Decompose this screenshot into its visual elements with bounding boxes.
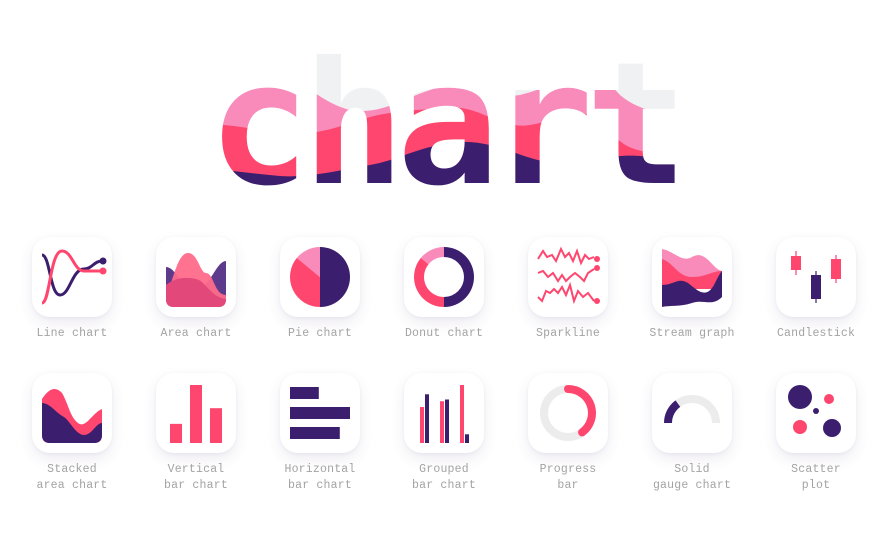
hbar [290, 387, 319, 399]
donut-slice [414, 257, 444, 307]
label-line: Progress [539, 463, 597, 476]
area-chart-icon [166, 253, 226, 307]
label-line: Stream graph [649, 327, 735, 340]
vertical-bar-chart-label: Vertical bar chart [134, 462, 258, 494]
label-line: Solid [674, 463, 710, 476]
candle-2 [811, 275, 821, 299]
gbar-dark [445, 399, 449, 443]
pie-chart-label: Pie chart [258, 326, 382, 342]
stacked-area-chart-label: Stacked area chart [10, 462, 134, 494]
label-line: Stacked [47, 463, 97, 476]
vbar [210, 408, 222, 443]
stacked-area-chart-icon [42, 389, 102, 443]
stream-graph-label: Stream graph [630, 326, 754, 342]
gbar-dark [465, 434, 469, 443]
label-line: bar [557, 479, 579, 492]
sparkline-3 [537, 281, 595, 305]
label-line: Horizontal [284, 463, 356, 476]
line-chart-card[interactable] [32, 237, 112, 317]
stream-graph-icon [662, 249, 722, 307]
vbar [170, 423, 182, 443]
solid-gauge-chart-icon [664, 395, 720, 424]
hero-wave-fill [208, 26, 680, 210]
candlestick-icon [791, 251, 841, 303]
sparkline-2-end [594, 265, 600, 271]
scatter-point [793, 420, 807, 434]
line-end-dark [99, 257, 107, 265]
label-line: Sparkline [536, 327, 600, 340]
label-line: plot [801, 479, 831, 492]
progress-bar-card[interactable] [528, 373, 608, 453]
gbar-red [440, 401, 444, 443]
scatter-point [813, 408, 819, 414]
label-line: bar chart [412, 479, 476, 492]
horizontal-bar-chart-icon [290, 387, 350, 439]
line-chart-label: Line chart [10, 326, 134, 342]
solid-gauge-chart-card[interactable] [652, 373, 732, 453]
gbar-red [460, 385, 464, 443]
horizontal-bar-chart-card[interactable] [280, 373, 360, 453]
line-chart-icon [41, 249, 107, 305]
progress-bar-label: Progress bar [506, 462, 630, 494]
area-chart-label: Area chart [134, 326, 258, 342]
hbar [290, 427, 340, 439]
vbar [190, 385, 202, 443]
label-line: Candlestick [776, 327, 856, 340]
candlestick-card[interactable] [776, 237, 856, 317]
label-line: Area chart [160, 327, 232, 340]
gbar-dark [425, 394, 429, 443]
donut-chart-icon [414, 247, 474, 307]
scatter-point [823, 419, 841, 437]
progress-bar-icon [540, 385, 596, 441]
scatter-plot-icon [788, 385, 841, 437]
area-chart-card[interactable] [156, 237, 236, 317]
label-line: Line chart [36, 327, 108, 340]
candle-1 [791, 256, 801, 270]
pie-slice [320, 247, 350, 307]
candle-3 [831, 259, 841, 279]
sparkline-1 [537, 246, 595, 266]
pie-chart-icon [290, 247, 350, 307]
sparkline-label: Sparkline [506, 326, 630, 342]
line-series-red [41, 249, 102, 305]
label-line: area chart [36, 479, 108, 492]
label-line: bar chart [288, 479, 352, 492]
line-end-red [99, 267, 107, 275]
grouped-bar-chart-label: Grouped bar chart [382, 462, 506, 494]
donut-chart-card[interactable] [404, 237, 484, 317]
gauge-fill [664, 400, 681, 424]
stacked-area-chart-card[interactable] [32, 373, 112, 453]
donut-slice [444, 247, 474, 307]
label-line: Donut chart [404, 327, 484, 340]
label-line: gauge chart [652, 479, 732, 492]
label-line: Pie chart [288, 327, 352, 340]
scatter-plot-label: Scatter plot [754, 462, 878, 494]
grouped-bar-chart-icon [420, 385, 469, 443]
scatter-point [788, 385, 812, 409]
chart-hero-title: chart [208, 26, 680, 210]
candlestick-label: Candlestick [754, 326, 878, 342]
hbar [290, 407, 350, 419]
sparkline-card[interactable] [528, 237, 608, 317]
vertical-bar-chart-icon [170, 385, 222, 443]
sparkline-icon [537, 246, 600, 305]
scatter-plot-card[interactable] [776, 373, 856, 453]
label-line: Grouped [419, 463, 469, 476]
gbar-red [420, 407, 424, 443]
scatter-point [824, 394, 834, 404]
vertical-bar-chart-card[interactable] [156, 373, 236, 453]
solid-gauge-chart-label: Solid gauge chart [630, 462, 754, 494]
stream-graph-card[interactable] [652, 237, 732, 317]
donut-chart-label: Donut chart [382, 326, 506, 342]
sparkline-1-end [594, 256, 600, 262]
pie-chart-card[interactable] [280, 237, 360, 317]
progress-fill [564, 385, 596, 437]
grouped-bar-chart-card[interactable] [404, 373, 484, 453]
sparkline-2 [537, 268, 595, 283]
sparkline-3-end [594, 298, 600, 304]
label-line: Vertical [167, 463, 225, 476]
label-line: bar chart [164, 479, 228, 492]
horizontal-bar-chart-label: Horizontal bar chart [258, 462, 382, 494]
label-line: Scatter [791, 463, 841, 476]
